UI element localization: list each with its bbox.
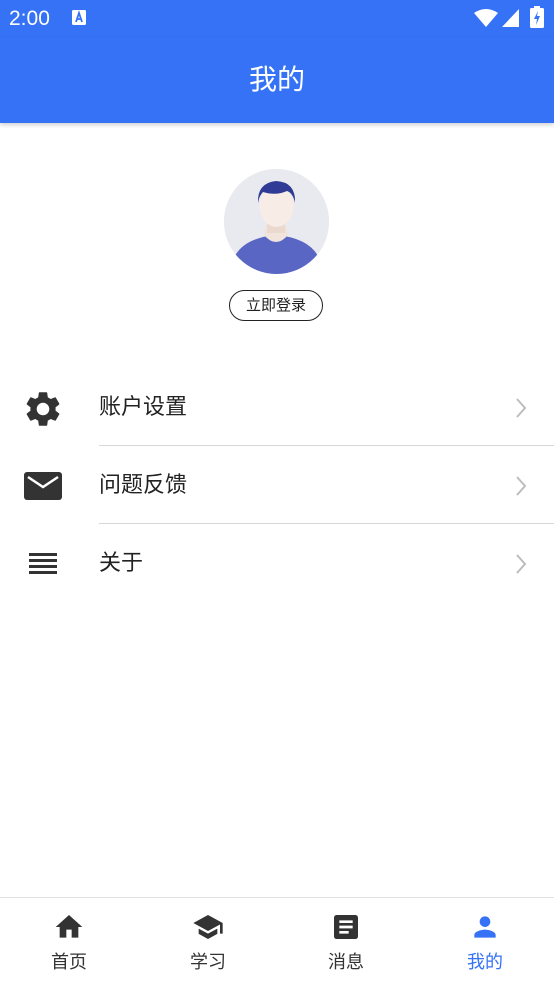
nav-item-messages[interactable]: 消息: [277, 898, 415, 986]
divider: [99, 445, 554, 446]
chevron-right-icon: [516, 398, 527, 418]
nav-label: 首页: [51, 952, 87, 973]
bottom-nav: 首页 学习 消息 我的: [0, 897, 554, 986]
menu-item-label: 账户设置: [99, 395, 188, 420]
menu-item-feedback[interactable]: 问题反馈: [0, 447, 554, 525]
chevron-right-icon: [516, 554, 527, 574]
article-icon: [334, 915, 358, 939]
wifi-icon: [474, 9, 498, 27]
battery-charging-icon: [530, 6, 544, 28]
avatar-icon: [224, 169, 329, 274]
list-icon: [29, 553, 57, 574]
divider: [99, 523, 554, 524]
gear-icon: [26, 392, 60, 426]
status-bar: 2:00: [0, 0, 554, 38]
page-title: 我的: [248, 63, 305, 96]
graduation-cap-icon: [193, 915, 223, 939]
home-icon: [55, 915, 83, 938]
login-button[interactable]: 立即登录: [229, 290, 323, 321]
menu-item-about[interactable]: 关于: [0, 525, 554, 603]
nav-item-me[interactable]: 我的: [416, 898, 554, 986]
app-bar: 我的: [0, 38, 554, 123]
nav-label: 学习: [190, 952, 226, 973]
person-icon: [474, 916, 496, 938]
status-time: 2:00: [9, 7, 50, 30]
chevron-right-icon: [516, 476, 527, 496]
nav-item-study[interactable]: 学习: [139, 898, 277, 986]
menu-item-account-settings[interactable]: 账户设置: [0, 369, 554, 447]
nav-label: 我的: [467, 952, 503, 973]
menu-item-label: 问题反馈: [99, 473, 188, 498]
a-letter-icon: [72, 10, 86, 25]
nav-label: 消息: [328, 952, 364, 973]
avatar[interactable]: [224, 169, 329, 274]
nav-item-home[interactable]: 首页: [0, 898, 138, 986]
signal-icon: [502, 9, 519, 27]
mail-icon: [24, 472, 62, 500]
menu-item-label: 关于: [99, 551, 144, 576]
